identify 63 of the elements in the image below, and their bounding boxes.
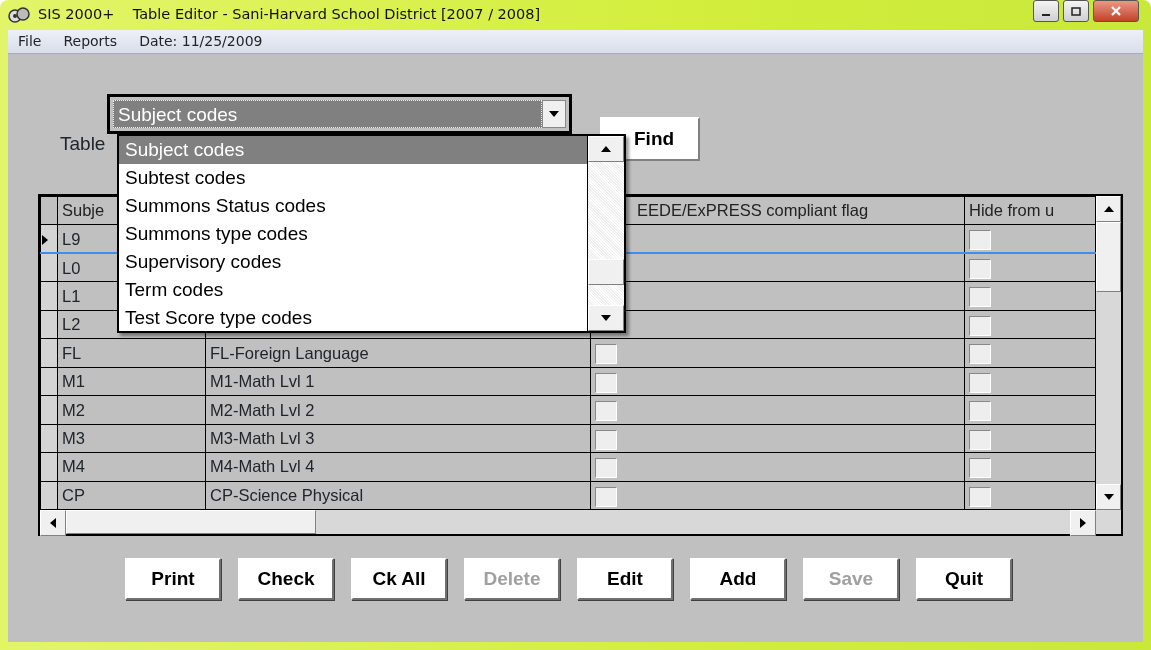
scroll-thumb[interactable]	[66, 510, 316, 534]
dropdown-option[interactable]: Subtest codes	[119, 164, 587, 192]
date-label: Date: 11/25/2009	[139, 32, 263, 51]
menu-item[interactable]: File	[18, 31, 42, 52]
dropdown-option[interactable]: Test Score type codes	[119, 304, 587, 332]
scroll-up-icon[interactable]	[600, 145, 612, 153]
checkbox[interactable]	[595, 401, 617, 422]
scroll-thumb[interactable]	[1096, 222, 1121, 292]
table-cell: M4-Math Lvl 4	[205, 452, 591, 482]
action-button[interactable]: Ck All	[351, 558, 447, 600]
table-cell: FL-Foreign Language	[205, 338, 591, 368]
table-cell: M4	[57, 452, 206, 482]
action-button[interactable]: Quit	[916, 558, 1012, 600]
checkbox[interactable]	[969, 458, 991, 479]
checkbox[interactable]	[595, 372, 617, 393]
dropdown-option[interactable]: Supervisory codes	[119, 248, 587, 276]
checkbox[interactable]	[595, 344, 617, 365]
checkbox[interactable]	[969, 486, 991, 507]
checkbox[interactable]	[969, 315, 991, 336]
scroll-up-icon[interactable]	[1102, 205, 1115, 213]
app-icon	[8, 7, 30, 23]
scroll-left-icon[interactable]	[49, 517, 57, 529]
column-header: Hide from u	[964, 196, 1096, 225]
close-icon[interactable]	[1093, 0, 1139, 22]
table-cell: CP-Science Physical	[205, 481, 591, 510]
list-scrollbar[interactable]	[588, 136, 624, 331]
checkbox[interactable]	[969, 259, 991, 280]
table-cell: M1-Math Lvl 1	[205, 367, 591, 396]
checkbox[interactable]	[595, 458, 617, 479]
horizontal-scrollbar[interactable]	[40, 510, 1121, 534]
action-button[interactable]: Edit	[577, 558, 673, 600]
maximize-icon[interactable]	[1063, 0, 1089, 22]
table-cell: M1	[57, 367, 206, 396]
action-button[interactable]: Print	[125, 558, 221, 600]
vertical-scrollbar[interactable]	[1096, 196, 1121, 510]
table-label: Table	[60, 132, 106, 156]
dropdown-arrow-icon	[548, 110, 560, 118]
table-cell: CP	[57, 481, 206, 510]
scroll-thumb[interactable]	[588, 259, 624, 285]
scroll-right-icon[interactable]	[1079, 517, 1087, 529]
window-title: SIS 2000+ Table Editor - Sani-Harvard School District [2007 / 2008]	[38, 5, 542, 25]
minimize-icon[interactable]	[1033, 0, 1059, 22]
checkbox[interactable]	[595, 486, 617, 507]
checkbox[interactable]	[969, 401, 991, 422]
scroll-down-icon[interactable]	[1102, 493, 1115, 501]
table-cell: M3	[57, 424, 206, 453]
table-cell: FL	[57, 338, 206, 368]
checkbox[interactable]	[969, 287, 991, 308]
dropdown-option[interactable]: Subject codes	[119, 136, 587, 164]
table-cell: M2-Math Lvl 2	[205, 395, 591, 425]
scroll-down-icon[interactable]	[600, 314, 612, 322]
checkbox[interactable]	[595, 429, 617, 450]
checkbox[interactable]	[969, 344, 991, 365]
action-button[interactable]: Check	[238, 558, 334, 600]
dropdown-option[interactable]: Term codes	[119, 276, 587, 304]
menu-item[interactable]: Reports	[63, 31, 118, 52]
table-dropdown[interactable]: Subject codes	[107, 94, 572, 134]
action-button[interactable]: Add	[690, 558, 786, 600]
table-cell: M2	[57, 395, 206, 425]
checkbox[interactable]	[969, 429, 991, 450]
checkbox[interactable]	[969, 230, 991, 251]
checkbox[interactable]	[969, 372, 991, 393]
table-cell: M3-Math Lvl 3	[205, 424, 591, 453]
